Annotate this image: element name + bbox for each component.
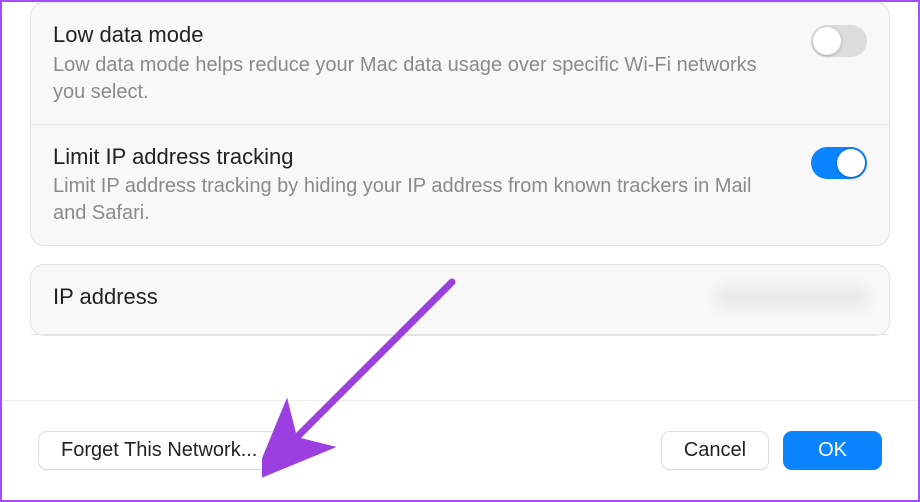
ip-address-value — [717, 286, 867, 308]
settings-card: Low data mode Low data mode helps reduce… — [30, 2, 890, 246]
limit-ip-tracking-desc: Limit IP address tracking by hiding your… — [53, 173, 771, 227]
cancel-button[interactable]: Cancel — [661, 431, 769, 470]
low-data-mode-title: Low data mode — [53, 21, 771, 50]
ip-address-row: IP address — [31, 265, 889, 335]
ok-button[interactable]: OK — [783, 431, 882, 470]
ip-address-label: IP address — [53, 283, 717, 312]
ip-card: IP address — [30, 264, 890, 336]
limit-ip-tracking-title: Limit IP address tracking — [53, 143, 771, 172]
forget-network-button[interactable]: Forget This Network... — [38, 431, 280, 470]
limit-ip-tracking-toggle[interactable] — [811, 147, 867, 179]
limit-ip-tracking-row: Limit IP address tracking Limit IP addre… — [31, 125, 889, 246]
dialog-footer: Forget This Network... Cancel OK — [2, 400, 918, 500]
low-data-mode-desc: Low data mode helps reduce your Mac data… — [53, 52, 771, 106]
settings-scroll-area: Low data mode Low data mode helps reduce… — [30, 2, 890, 400]
low-data-mode-row: Low data mode Low data mode helps reduce… — [31, 3, 889, 125]
low-data-mode-toggle[interactable] — [811, 25, 867, 57]
